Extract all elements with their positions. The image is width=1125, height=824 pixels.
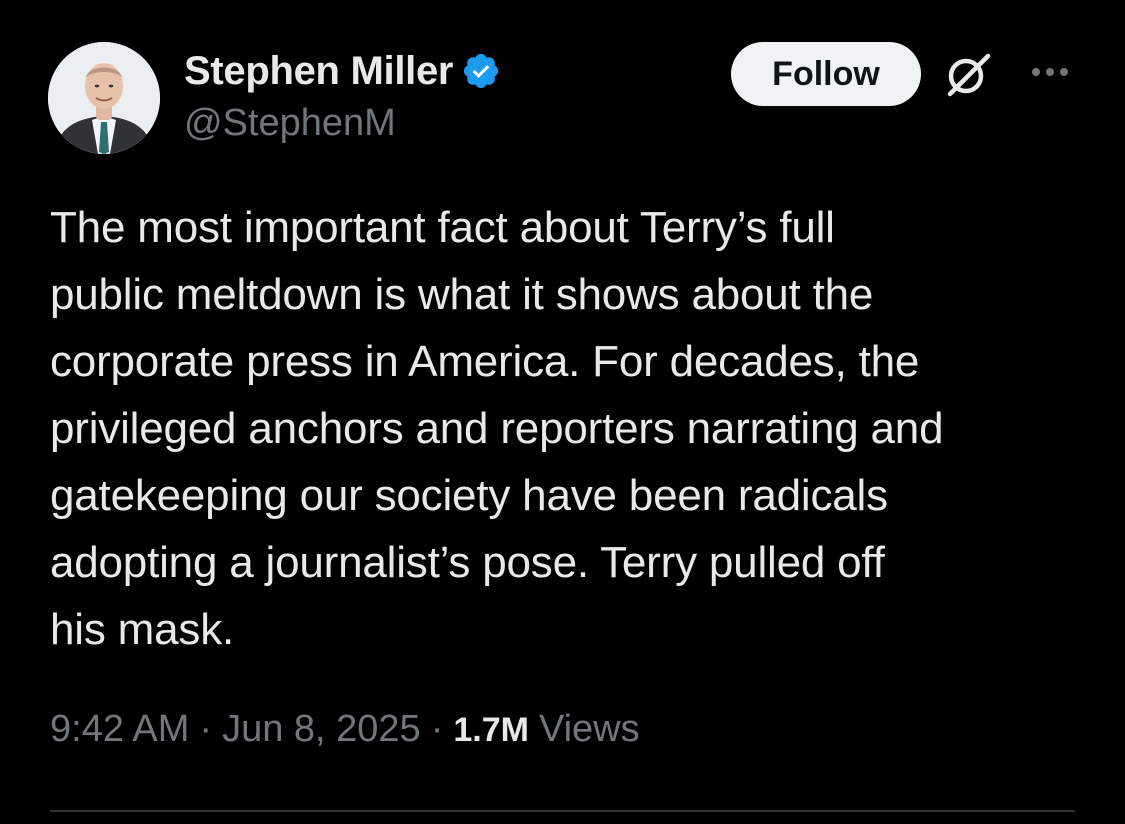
separator-dot: · — [430, 708, 444, 750]
tweet-metadata: 9:42 AM · Jun 8, 2025 · 1.7M Views — [50, 708, 640, 751]
more-options-icon[interactable] — [1028, 62, 1072, 82]
author-handle[interactable]: @StephenM — [184, 102, 396, 145]
tweet-time[interactable]: 9:42 AM — [50, 708, 189, 751]
views-count[interactable]: 1.7M — [453, 711, 529, 750]
verified-badge-icon[interactable] — [461, 51, 501, 91]
avatar[interactable] — [48, 42, 160, 154]
divider — [50, 810, 1075, 812]
author-display-name[interactable]: Stephen Miller — [184, 49, 453, 94]
author-name-row: Stephen Miller — [184, 46, 501, 96]
tweet-date[interactable]: Jun 8, 2025 — [222, 708, 421, 751]
follow-button[interactable]: Follow — [731, 42, 921, 106]
separator-dot: · — [199, 708, 213, 750]
grok-icon[interactable] — [942, 50, 998, 100]
views-label[interactable]: Views — [539, 708, 640, 751]
tweet-card: Stephen Miller @StephenM Follow The most… — [0, 0, 1125, 824]
tweet-text: The most important fact about Terry’s fu… — [50, 203, 944, 654]
avatar-image — [48, 42, 160, 154]
